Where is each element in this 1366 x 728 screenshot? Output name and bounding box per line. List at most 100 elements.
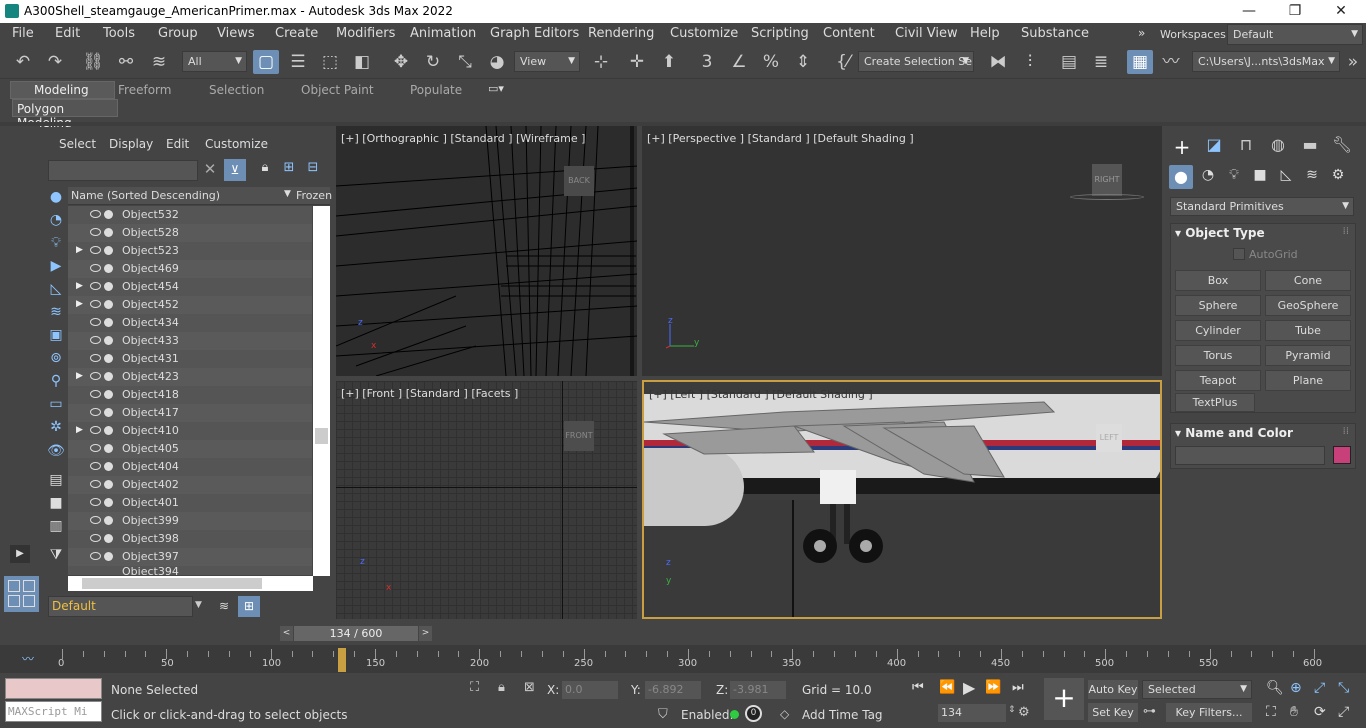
render-dot-icon[interactable]: [104, 390, 113, 399]
layer-stack-icon[interactable]: ≋: [214, 596, 234, 617]
display-helpers-icon[interactable]: ◺: [44, 278, 68, 300]
mirror-icon[interactable]: ⧓: [985, 50, 1011, 74]
geometry-category-icon[interactable]: ●: [1169, 165, 1193, 189]
time-slider[interactable]: 134 / 600: [294, 626, 418, 641]
scene-hierarchy-icon[interactable]: ⊞: [238, 596, 260, 617]
next-frame-icon[interactable]: ⏩: [985, 680, 1001, 695]
previous-frame-icon[interactable]: ⏪: [939, 680, 955, 695]
expand-arrow-icon[interactable]: ▶: [76, 425, 83, 435]
display-groups-icon[interactable]: ▣: [44, 324, 68, 346]
visibility-eye-icon[interactable]: [90, 516, 101, 524]
time-marker[interactable]: [337, 648, 346, 672]
visibility-eye-icon[interactable]: [90, 444, 101, 452]
menu-tools[interactable]: Tools: [103, 26, 135, 41]
project-folder-dropdown[interactable]: C:\Users\J...nts\3dsMax ▼: [1192, 51, 1340, 72]
expand-arrow-icon[interactable]: ▶: [76, 281, 83, 291]
list-item[interactable]: Object394: [68, 566, 312, 575]
render-dot-icon[interactable]: [104, 264, 113, 273]
autogrid-checkbox[interactable]: [1233, 248, 1245, 260]
select-by-name-icon[interactable]: ☰: [285, 50, 311, 74]
time-next-icon[interactable]: >: [419, 626, 432, 641]
close-button[interactable]: ✕: [1318, 0, 1364, 23]
object-color-swatch[interactable]: [1333, 446, 1351, 464]
visibility-eye-icon[interactable]: [90, 498, 101, 506]
tube-button[interactable]: Tube: [1265, 320, 1351, 341]
tab-freeform[interactable]: Freeform: [118, 83, 171, 97]
filter-toggle-icon[interactable]: ⧩: [44, 544, 68, 566]
display-lights-icon[interactable]: 💡︎: [44, 232, 68, 254]
display-none-icon[interactable]: ▥: [44, 515, 68, 537]
tab-object-paint[interactable]: Object Paint: [301, 83, 374, 97]
scale-icon[interactable]: ⤡: [452, 50, 478, 74]
minimize-button[interactable]: —: [1226, 0, 1272, 23]
list-item[interactable]: Object404: [68, 458, 312, 476]
menu-modifiers[interactable]: Modifiers: [336, 26, 395, 41]
visibility-eye-icon[interactable]: [90, 318, 101, 326]
viewcube[interactable]: BACK: [564, 166, 594, 196]
spinner-snap-icon[interactable]: ⇕: [790, 50, 816, 74]
explorer-menu-display[interactable]: Display: [109, 137, 153, 151]
clear-search-icon[interactable]: ✕: [202, 160, 218, 181]
move-icon[interactable]: ✥: [388, 50, 414, 74]
pyramid-button[interactable]: Pyramid: [1265, 345, 1351, 366]
placement-icon[interactable]: ◕: [484, 50, 510, 74]
lights-category-icon[interactable]: 💡︎: [1222, 167, 1246, 187]
list-item[interactable]: Object434: [68, 314, 312, 332]
isolate-selection-icon[interactable]: ⛶: [470, 680, 479, 695]
link-icon[interactable]: ⛓: [80, 50, 106, 74]
list-item[interactable]: Object469: [68, 260, 312, 278]
visibility-eye-icon[interactable]: [90, 372, 101, 380]
shapes-category-icon[interactable]: ◔: [1196, 167, 1220, 187]
col-name-header[interactable]: Name (Sorted Descending): [71, 189, 220, 202]
render-dot-icon[interactable]: [104, 300, 113, 309]
menu-views[interactable]: Views: [217, 26, 255, 41]
visibility-eye-icon[interactable]: [90, 336, 101, 344]
render-dot-icon[interactable]: [104, 210, 113, 219]
key-mode-icon[interactable]: ⊶: [1143, 704, 1156, 719]
menu-create[interactable]: Create: [275, 26, 318, 41]
render-dot-icon[interactable]: [104, 462, 113, 471]
display-xrefs-icon[interactable]: ⊚: [44, 347, 68, 369]
helpers-category-icon[interactable]: ◺: [1274, 167, 1298, 187]
list-item[interactable]: ▶ Object410: [68, 422, 312, 440]
expand-arrow-icon[interactable]: ▶: [76, 371, 83, 381]
visibility-eye-icon[interactable]: [90, 282, 101, 290]
geosphere-button[interactable]: GeoSphere: [1265, 295, 1351, 316]
ribbon-options-icon[interactable]: ▭▾: [488, 82, 504, 95]
list-item[interactable]: Object433: [68, 332, 312, 350]
viewport-front[interactable]: [+] [Front ] [Standard ] [Facets ] FRONT…: [336, 381, 637, 619]
list-item[interactable]: Object402: [68, 476, 312, 494]
display-bones-icon[interactable]: ⚲: [44, 370, 68, 392]
hierarchy-icon[interactable]: ⊞: [280, 160, 298, 180]
layer-hierarchy-icon[interactable]: ⊟: [304, 160, 322, 180]
rollout-pin-icon[interactable]: ⁞⁞: [1343, 226, 1349, 237]
render-dot-icon[interactable]: [104, 318, 113, 327]
render-dot-icon[interactable]: [104, 354, 113, 363]
edit-named-selection-icon[interactable]: {⁄: [830, 50, 856, 74]
viewport-label[interactable]: [+] [Orthographic ] [Standard ] [Wirefra…: [341, 132, 585, 145]
menu-graph-editors[interactable]: Graph Editors: [490, 26, 579, 41]
pan-view-icon[interactable]: ✋︎: [1290, 704, 1298, 720]
layer-dropdown-arrow-icon[interactable]: ▼: [195, 600, 202, 610]
list-item[interactable]: Object528: [68, 224, 312, 242]
viewcube[interactable]: RIGHT: [1092, 164, 1122, 196]
angle-snap-icon[interactable]: ∠: [726, 50, 752, 74]
expand-arrow-icon[interactable]: ▶: [76, 245, 83, 255]
display-containers-icon[interactable]: ▭: [44, 393, 68, 415]
y-coordinate-field[interactable]: -6.892: [645, 681, 701, 699]
zoom-all-icon[interactable]: ⊕: [1290, 680, 1302, 696]
workspaces-dropdown[interactable]: Default ▼: [1227, 24, 1363, 45]
visibility-eye-icon[interactable]: [90, 228, 101, 236]
pivot-center-icon[interactable]: ⊹: [588, 50, 614, 74]
bind-space-warp-icon[interactable]: ≋: [146, 50, 172, 74]
key-selection-dropdown[interactable]: Selected ▼: [1142, 680, 1252, 699]
add-time-tag[interactable]: Add Time Tag: [802, 708, 883, 722]
display-hidden-icon[interactable]: 👁︎: [44, 440, 68, 462]
named-selection-set-dropdown[interactable]: Create Selection Se ▼: [858, 51, 974, 72]
viewport-left-active[interactable]: [+] [Left ] [Standard ] [Default Shading…: [642, 380, 1162, 619]
snaps-toggle-icon[interactable]: 3: [694, 50, 720, 74]
explorer-search-input[interactable]: [48, 160, 198, 181]
window-crossing-icon[interactable]: ◧: [349, 50, 375, 74]
list-item[interactable]: Object397: [68, 548, 312, 566]
menu-content[interactable]: Content: [823, 26, 875, 41]
